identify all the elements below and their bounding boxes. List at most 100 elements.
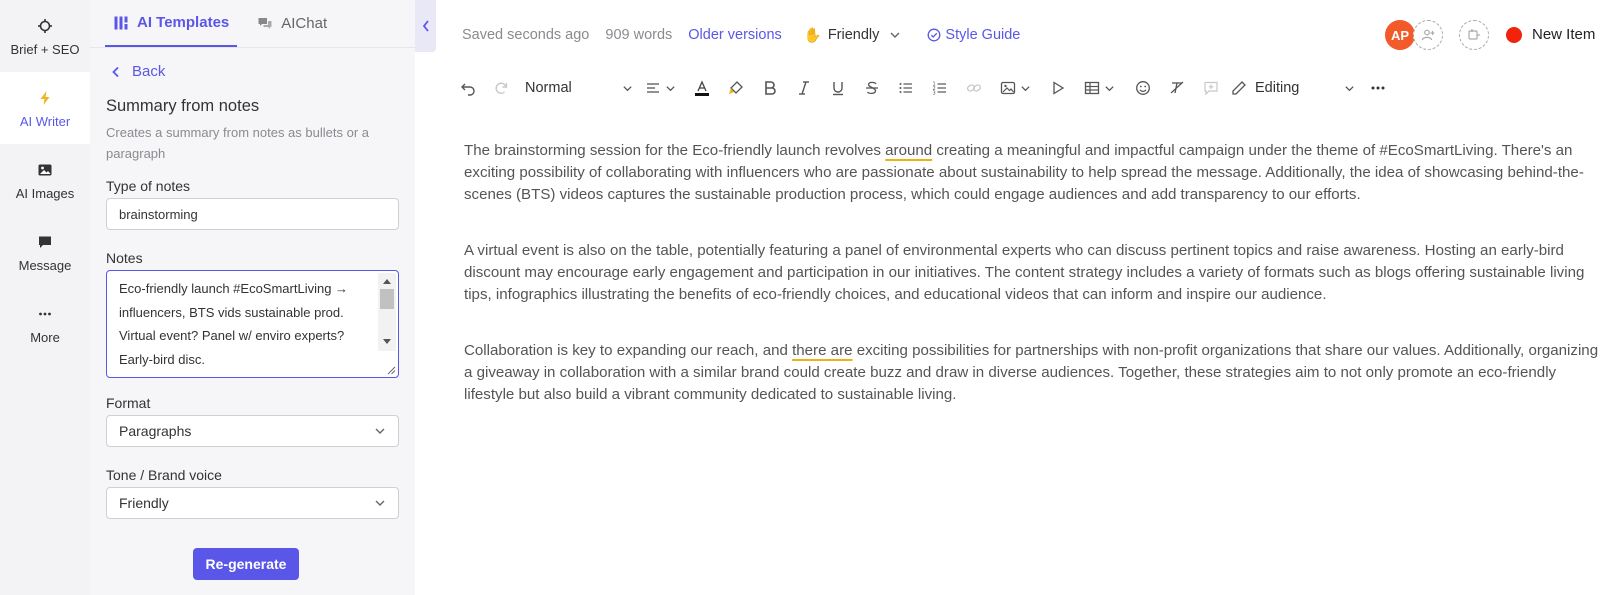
chevron-down-icon [623,85,632,91]
chevron-left-icon [112,66,119,77]
text-color-button[interactable] [688,75,716,101]
undo-button[interactable] [455,75,481,101]
chat-icon [258,17,272,29]
notes-textarea[interactable]: Eco-friendly launch #EcoSmartLiving → in… [106,270,399,378]
notes-scrollbar[interactable] [378,273,396,351]
scroll-up-icon[interactable] [383,279,391,284]
redo-icon [495,82,508,94]
status-dot-icon [1506,26,1522,43]
format-value: Paragraphs [119,423,192,439]
bullet-list-icon [899,83,912,93]
resize-grip-icon[interactable] [386,365,396,375]
chevron-down-icon [665,85,675,91]
chevron-down-icon [1020,85,1030,91]
check-circle-icon [927,28,941,42]
rail-label: More [30,329,60,345]
more-options-button[interactable] [1365,75,1391,101]
rail-label: Message [18,257,72,273]
chevron-down-icon [375,500,385,506]
older-versions-link[interactable]: Older versions [688,27,781,43]
link-button[interactable] [961,75,987,101]
more-horizontal-icon [1371,86,1385,90]
rail-label: AI Images [15,185,75,201]
strikethrough-button[interactable] [859,75,885,101]
panel-tabs: AI Templates AIChat [90,0,415,48]
strikethrough-icon [866,81,878,95]
underline-icon [833,82,843,96]
grammar-suggestion[interactable]: around [885,142,932,159]
chat-bubble-icon [37,232,53,252]
chevron-down-icon [890,32,900,38]
svg-text:3: 3 [933,91,936,97]
table-icon [1084,81,1099,95]
avatar[interactable]: AP [1385,20,1415,50]
back-link[interactable]: Back [110,63,399,80]
lightning-icon [37,88,53,108]
rail-item-ai-writer[interactable]: AI Writer [0,72,90,144]
bold-button[interactable] [757,75,783,101]
redo-button[interactable] [488,75,514,101]
type-of-notes-input[interactable]: brainstorming [106,198,399,230]
paragraph: A virtual event is also on the table, po… [464,242,1585,303]
add-comment-button[interactable] [1198,75,1224,101]
crosshair-icon [37,16,53,36]
template-title: Summary from notes [106,97,260,115]
chevron-down-icon [1345,85,1354,91]
new-item-label: New Item [1532,26,1596,43]
underline-button[interactable] [825,75,851,101]
bold-icon [765,81,776,95]
bullet-list-button[interactable] [893,75,919,101]
left-rail: Brief + SEO AI Writer AI Images Message … [0,0,90,595]
add-collaborator-button[interactable] [1413,20,1443,50]
format-select[interactable]: Paragraphs [106,415,399,447]
notes-line: Virtual event? Panel w/ enviro experts? [119,328,345,343]
highlight-button[interactable] [723,75,749,101]
text-run: Collaboration is key to expanding our re… [464,342,793,359]
tone-value: Friendly [119,495,169,511]
more-dots-icon [37,304,53,324]
grammar-suggestion[interactable]: there are [792,342,852,359]
notes-line: influencers, BTS vids sustainable prod. [119,304,344,320]
tab-ai-templates[interactable]: AI Templates [105,0,238,47]
regenerate-button[interactable]: Re-generate [193,548,299,580]
style-guide-link[interactable]: Style Guide [927,27,1020,43]
tone-dropdown[interactable]: ✋ Friendly [804,27,902,44]
scroll-down-icon[interactable] [383,339,391,344]
paragraph: Collaboration is key to expanding our re… [464,340,1604,406]
undo-icon [461,83,475,96]
image-icon [1000,81,1015,95]
italic-icon [799,81,809,95]
ai-templates-panel: AI Templates AIChat Back Summary from no… [90,0,415,595]
tab-label: AIChat [281,15,328,32]
new-item-status[interactable]: New Item [1506,26,1595,43]
insert-image-dropdown[interactable] [995,75,1035,101]
chevron-left-icon [422,20,429,32]
document-body[interactable]: The brainstorming session for the Eco-fr… [464,140,1604,440]
italic-button[interactable] [791,75,817,101]
rail-item-ai-images[interactable]: AI Images [0,144,90,216]
clear-formatting-button[interactable] [1164,75,1190,101]
notes-line: Eco-friendly launch #EcoSmartLiving → [119,281,349,296]
align-dropdown[interactable] [641,75,679,101]
tone-select[interactable]: Friendly [106,487,399,519]
tone-dropdown-label: Friendly [827,27,880,43]
editing-mode-dropdown[interactable]: Editing [1231,75,1355,101]
text-run: The brainstorming session for the Eco-fr… [464,142,886,159]
insert-table-dropdown[interactable] [1079,75,1119,101]
insert-video-button[interactable] [1045,75,1071,101]
paragraph-style-select[interactable]: Normal [525,75,633,101]
rail-item-more[interactable]: More [0,288,90,360]
tone-label: Tone / Brand voice [106,467,222,483]
rail-label: Brief + SEO [10,41,80,57]
rail-label: AI Writer [19,113,71,129]
rail-item-message[interactable]: Message [0,216,90,288]
play-icon [1053,81,1065,95]
collapse-panel-button[interactable] [415,0,436,52]
rail-item-brief-seo[interactable]: Brief + SEO [0,0,90,72]
tab-aichat[interactable]: AIChat [249,0,335,47]
text-color-icon [695,80,709,96]
emoji-button[interactable] [1130,75,1156,101]
numbered-list-button[interactable]: 123 [927,75,953,101]
scroll-thumb[interactable] [380,289,394,309]
assign-workflow-button[interactable] [1459,20,1489,50]
